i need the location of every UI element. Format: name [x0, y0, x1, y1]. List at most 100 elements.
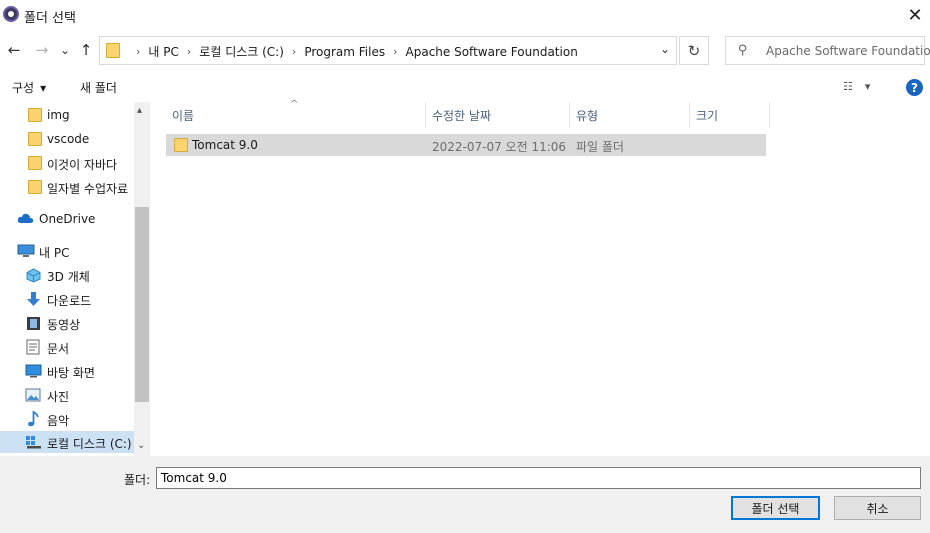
up-arrow-icon[interactable]: ↑ — [77, 40, 95, 60]
sidebar-item-desktop[interactable]: 바탕 화면 — [0, 360, 134, 382]
drive-icon — [26, 436, 41, 449]
folder-icon — [174, 138, 188, 152]
column-header-label: 이름 — [172, 108, 195, 123]
command-toolbar: 구성 ▾ 새 폴더 ☷ ▾ — [0, 72, 930, 102]
refresh-icon[interactable]: ↻ — [679, 36, 709, 65]
search-input[interactable]: ⚲ Apache Software Foundatio... — [725, 36, 930, 65]
breadcrumb-item[interactable]: Apache Software Foundation — [406, 45, 578, 59]
video-icon — [27, 317, 40, 330]
help-icon[interactable]: ? — [906, 79, 923, 96]
sidebar-item-documents[interactable]: 문서 — [0, 336, 134, 358]
breadcrumb-item[interactable]: 로컬 디스크 (C:) — [199, 43, 284, 60]
breadcrumb-item[interactable]: Program Files — [304, 45, 385, 59]
sidebar-item-class-materials[interactable]: 일자별 수업자료 — [0, 176, 134, 198]
title-bar: 폴더 선택 ✕ — [0, 0, 930, 30]
breadcrumb: › 내 PC › 로컬 디스크 (C:) › Program Files › A… — [128, 43, 578, 60]
details-view-icon: ☷ — [843, 80, 853, 93]
chevron-right-icon[interactable]: › — [187, 45, 191, 58]
forward-arrow-icon[interactable]: → — [33, 40, 51, 60]
table-row[interactable]: Tomcat 9.0 2022-07-07 오전 11:06 파일 폴더 — [166, 134, 766, 156]
sidebar-item-videos[interactable]: 동영상 — [0, 312, 134, 334]
chevron-right-icon[interactable]: › — [136, 45, 140, 58]
chevron-right-icon[interactable]: › — [393, 45, 397, 58]
column-header-date[interactable]: 수정한 날짜 — [426, 102, 570, 128]
chevron-down-icon[interactable]: ⌄ — [660, 42, 670, 56]
organize-label: 구성 — [12, 81, 35, 95]
file-name: Tomcat 9.0 — [192, 138, 258, 152]
column-header-label: 수정한 날짜 — [432, 108, 492, 123]
sidebar-item-music[interactable]: 음악 — [0, 408, 134, 430]
recent-locations-icon[interactable]: ⌄ — [59, 40, 71, 60]
address-bar[interactable]: › 내 PC › 로컬 디스크 (C:) › Program Files › A… — [99, 36, 677, 65]
file-list: 이름 ^ 수정한 날짜 유형 크기 Tomcat 9.0 2022-07-07 … — [150, 99, 930, 456]
document-icon — [26, 339, 40, 355]
scroll-up-icon[interactable]: ▴ — [137, 105, 142, 116]
folder-icon — [28, 180, 42, 194]
scroll-down-icon[interactable]: ⌄ — [137, 440, 145, 451]
dialog-footer: 폴더: 폴더 선택 취소 — [0, 456, 930, 533]
navigation-scrollbar[interactable]: ▴ ⌄ — [134, 102, 150, 456]
search-icon: ⚲ — [738, 43, 748, 58]
column-header-type[interactable]: 유형 — [570, 102, 690, 128]
navigation-pane: img vscode 이것이 자바다 일자별 수업자료 OneDrive 내 P… — [0, 102, 150, 456]
cube-icon — [26, 268, 41, 283]
sidebar-item-label: vscode — [47, 132, 90, 146]
desktop-icon — [25, 364, 42, 378]
sidebar-item-onedrive[interactable]: OneDrive — [0, 208, 134, 230]
organize-button[interactable]: 구성 ▾ — [12, 79, 46, 96]
back-arrow-icon[interactable]: ← — [5, 40, 23, 60]
sidebar-item-label: 로컬 디스크 (C:) — [47, 437, 132, 451]
sidebar-item-label: 이것이 자바다 — [47, 158, 118, 172]
new-folder-button[interactable]: 새 폴더 — [80, 79, 117, 96]
select-folder-button[interactable]: 폴더 선택 — [731, 496, 820, 520]
breadcrumb-item[interactable]: 내 PC — [148, 43, 178, 60]
sidebar-item-this-pc[interactable]: 내 PC — [0, 240, 134, 262]
sidebar-item-label: 문서 — [47, 342, 70, 356]
sidebar-item-label: 내 PC — [39, 246, 70, 260]
sidebar-item-label: img — [47, 108, 70, 122]
folder-icon — [28, 156, 42, 170]
app-icon — [3, 6, 19, 22]
window-title: 폴더 선택 — [24, 11, 76, 26]
sidebar-item-downloads[interactable]: 다운로드 — [0, 288, 134, 310]
scroll-thumb[interactable] — [135, 207, 149, 402]
sidebar-item-pictures[interactable]: 사진 — [0, 384, 134, 406]
sidebar-item-img[interactable]: img — [0, 104, 134, 126]
picture-icon — [25, 388, 41, 402]
view-options-button[interactable]: ☷ ▾ — [843, 80, 870, 93]
sidebar-item-label: 동영상 — [47, 318, 81, 332]
folder-name-field[interactable] — [156, 467, 921, 489]
navigation-bar: ← → ⌄ ↑ › 내 PC › 로컬 디스크 (C:) › Program F… — [0, 34, 930, 66]
file-modified: 2022-07-07 오전 11:06 — [432, 140, 567, 154]
folder-icon — [106, 43, 120, 58]
folder-icon — [28, 108, 42, 122]
sidebar-item-label: OneDrive — [39, 212, 96, 226]
search-placeholder: Apache Software Foundatio... — [766, 44, 930, 58]
sidebar-item-label: 음악 — [47, 414, 70, 428]
sidebar-item-label: 다운로드 — [47, 294, 92, 308]
sidebar-item-label: 일자별 수업자료 — [47, 182, 129, 196]
file-type: 파일 폴더 — [576, 140, 624, 154]
sort-ascending-icon: ^ — [290, 99, 299, 110]
folder-icon — [28, 132, 42, 146]
folder-field-label: 폴더: — [124, 473, 151, 487]
column-header-label: 유형 — [576, 108, 599, 123]
close-icon[interactable]: ✕ — [903, 3, 927, 27]
sidebar-item-local-disk[interactable]: 로컬 디스크 (C:) — [0, 431, 134, 453]
column-header-label: 크기 — [696, 108, 719, 123]
music-icon — [28, 411, 39, 427]
sidebar-item-label: 바탕 화면 — [47, 366, 95, 380]
sidebar-item-3d-objects[interactable]: 3D 개체 — [0, 264, 134, 286]
chevron-down-icon: ▾ — [40, 80, 47, 95]
sidebar-item-java-book[interactable]: 이것이 자바다 — [0, 152, 134, 174]
cancel-button[interactable]: 취소 — [834, 496, 921, 520]
sidebar-item-label: 3D 개체 — [47, 270, 90, 284]
column-header-size[interactable]: 크기 — [690, 102, 770, 128]
computer-icon — [17, 244, 35, 257]
sidebar-item-vscode[interactable]: vscode — [0, 128, 134, 150]
cloud-icon — [17, 213, 34, 223]
chevron-right-icon[interactable]: › — [292, 45, 296, 58]
download-icon — [27, 292, 40, 306]
sidebar-item-label: 사진 — [47, 390, 70, 404]
chevron-down-icon: ▾ — [864, 80, 871, 93]
